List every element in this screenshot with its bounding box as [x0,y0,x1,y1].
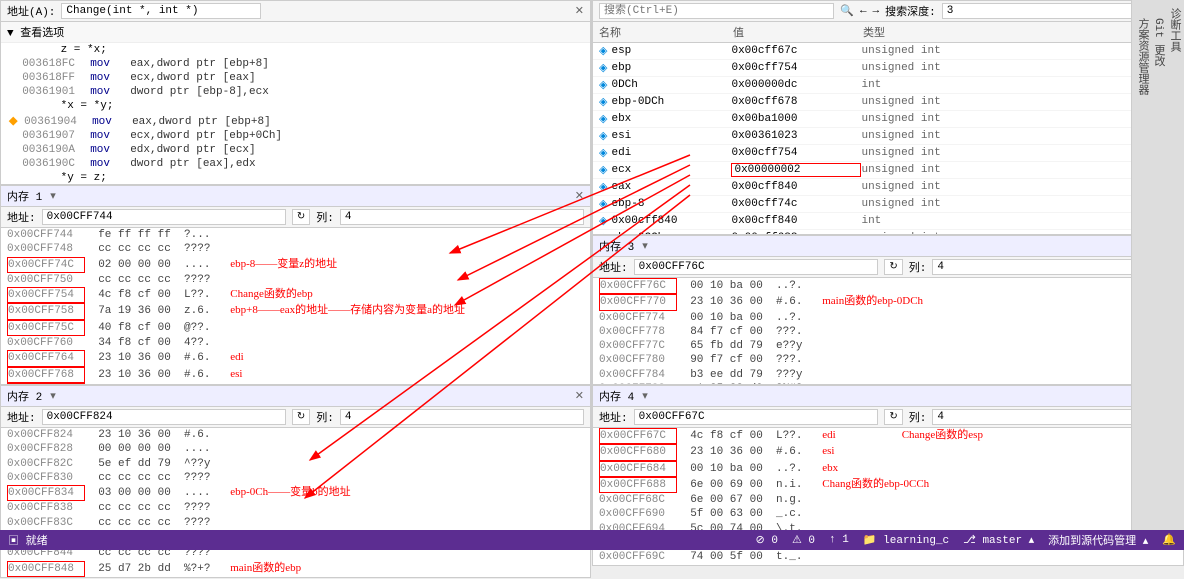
search-input[interactable] [599,3,834,19]
watch-row[interactable]: ◈ebp-0DCh0x00cff678unsigned int [593,94,1183,111]
mem-row: 0x00CFF744 fe ff ff ff ?... [1,228,590,242]
close-icon[interactable]: ✕ [575,4,584,18]
mem-row: 0x00CFF680 23 10 36 00 #.6. esi [593,444,1183,460]
mem-row: 0x00CFF824 23 10 36 00 #.6. [1,428,590,442]
mem-row: 0x00CFF778 84 f7 cf 00 ???. [593,325,1183,339]
add-source[interactable]: 添加到源代码管理 ▴ [1048,532,1148,548]
mem2-col-input[interactable] [340,409,584,425]
col-label: 列: [909,259,927,275]
mem-row: 0x00CFF68C 6e 00 67 00 n.g. [593,493,1183,507]
right-tabs[interactable]: 诊断工具 Git 更改 方案资源管理器 [1131,0,1184,530]
disasm-func-input[interactable] [61,3,261,19]
mem3-body: 0x00CFF76C 00 10 ba 00 ..?.0x00CFF770 23… [593,278,1183,384]
warn-count[interactable]: ⚠ 0 [792,533,815,547]
mem-row: 0x00CFF768 23 10 36 00 #.6. esi [1,367,590,383]
watch-row[interactable]: ◈ebp0x00cff754unsigned int [593,60,1183,77]
close-icon[interactable]: ✕ [575,389,584,403]
watch-head-type: 类型 [863,24,885,40]
mem-row: 0x00CFF748 cc cc cc cc ???? [1,242,590,256]
mem-row: 0x00CFF754 4c f8 cf 00 L??. Change函数的ebp [1,287,590,303]
refresh-icon[interactable]: ↻ [884,259,902,275]
mem-row: 0x00CFF848 25 d7 2b dd %?+? main函数的ebp [1,561,590,577]
addr-label: 地址(A): [7,3,55,19]
mem-row: 0x00CFF838 cc cc cc cc ???? [1,501,590,515]
mem-row: 0x00CFF684 00 10 ba 00 ..?. ebx [593,461,1183,477]
statusbar: ▣ 就绪 ⊘ 0 ⚠ 0 ↑ 1 📁 learning_c ⎇ master ▴… [0,530,1184,550]
watch-head-name: 名称 [599,24,733,40]
learning-label[interactable]: 📁 learning_c [863,533,949,547]
addr-label: 地址: [599,409,628,425]
ready-label: ▣ 就绪 [8,532,48,548]
addr-label: 地址: [7,409,36,425]
mem-row: 0x00CFF780 90 f7 cf 00 ???. [593,353,1183,367]
mem1-col-input[interactable] [340,209,584,225]
col-label: 列: [316,409,334,425]
mem-row: 0x00CFF770 23 10 36 00 #.6. main函数的ebp-0… [593,294,1183,310]
watch-body: ◈esp0x00cff67cunsigned int◈ebp0x00cff754… [593,43,1183,234]
mem-row: 0x00CFF750 cc cc cc cc ???? [1,273,590,287]
mem1-title: 内存 1 [7,188,42,204]
mem-row: 0x00CFF774 00 10 ba 00 ..?. [593,311,1183,325]
mem-row: 0x00CFF76C 00 10 ba 00 ..?. ebx [1,383,590,384]
mem-row: 0x00CFF67C 4c f8 cf 00 L??. edi Change函数… [593,428,1183,444]
mem-row: 0x00CFF77C 65 fb dd 79 e??y [593,339,1183,353]
view-options-label: 查看选项 [20,28,64,40]
refresh-icon[interactable]: ↻ [884,409,902,425]
mem-row: 0x00CFF688 6e 00 69 00 n.i. Chang函数的ebp-… [593,477,1183,493]
mem2-addr-input[interactable] [42,409,286,425]
chevron-down-icon[interactable]: ▼ [7,28,14,40]
right-icon[interactable]: → [873,5,880,17]
bell-icon[interactable]: 🔔 [1162,533,1176,547]
mem-row: 0x00CFF784 b3 ee dd 79 ???y [593,368,1183,382]
addr-label: 地址: [7,209,36,225]
mem-row: 0x00CFF69C 74 00 5f 00 t._. [593,550,1183,564]
watch-row[interactable]: ◈ebp-0CCh0x00cff688unsigned int [593,230,1183,234]
mem3-title: 内存 3 [599,238,634,254]
col-label: 列: [909,409,927,425]
branch-label[interactable]: ⎇ master ▴ [963,533,1034,547]
mem4-title: 内存 4 [599,388,634,404]
col-label: 列: [316,209,334,225]
disasm-body: z = *x; 003618FCmoveax,dword ptr [ebp+8]… [1,43,590,184]
addr-label: 地址: [599,259,628,275]
watch-row[interactable]: ◈eax0x00cff840unsigned int [593,179,1183,196]
mem-row: 0x00CFF690 5f 00 63 00 _.c. [593,507,1183,521]
mem-row: 0x00CFF764 23 10 36 00 #.6. edi [1,350,590,366]
mem-row: 0x00CFF82C 5e ef dd 79 ^??y [1,457,590,471]
watch-row[interactable]: ◈esp0x00cff67cunsigned int [593,43,1183,60]
refresh-icon[interactable]: ↻ [292,409,310,425]
mem3-addr-input[interactable] [634,259,879,275]
depth-label: 搜索深度: [885,3,936,19]
close-icon[interactable]: ✕ [575,189,584,203]
mem-row: 0x00CFF834 03 00 00 00 .... ebp-0Ch——变量b… [1,485,590,501]
err-count[interactable]: ⊘ 0 [756,533,778,547]
mem-row: 0x00CFF75C 40 f8 cf 00 @??. [1,320,590,336]
info-count[interactable]: ↑ 1 [829,534,849,546]
mem4-addr-input[interactable] [634,409,879,425]
left-icon[interactable]: ← [860,5,867,17]
mem2-title: 内存 2 [7,388,42,404]
mem-row: 0x00CFF828 00 00 00 00 .... [1,442,590,456]
mem-row: 0x00CFF788 c1 25 23 d9 ?%#? [593,382,1183,384]
watch-head-val: 值 [733,24,863,40]
mem-row: 0x00CFF83C cc cc cc cc ???? [1,516,590,530]
watch-row[interactable]: ◈ebx0x00ba1000unsigned int [593,111,1183,128]
mem2-body: 0x00CFF824 23 10 36 00 #.6.0x00CFF828 00… [1,428,590,577]
mem-row: 0x00CFF76C 00 10 ba 00 ..?. [593,278,1183,294]
mem-row: 0x00CFF760 34 f8 cf 00 4??. [1,336,590,350]
watch-row[interactable]: ◈0DCh0x000000dcint [593,77,1183,94]
refresh-icon[interactable]: ↻ [292,209,310,225]
watch-row[interactable]: ◈0x00cff8400x00cff840int [593,213,1183,230]
search-icon[interactable]: 🔍 [840,4,854,18]
mem-row: 0x00CFF758 7a 19 36 00 z.6. ebp+8——eax的地… [1,303,590,319]
watch-row[interactable]: ◈edi0x00cff754unsigned int [593,145,1183,162]
mem-row: 0x00CFF74C 02 00 00 00 .... ebp-8——变量z的地… [1,257,590,273]
watch-row[interactable]: ◈ebp-80x00cff74cunsigned int [593,196,1183,213]
mem1-body: 0x00CFF744 fe ff ff ff ?...0x00CFF748 cc… [1,228,590,384]
watch-row[interactable]: ◈ecx0x00000002unsigned int [593,162,1183,179]
watch-row[interactable]: ◈esi0x00361023unsigned int [593,128,1183,145]
mem1-addr-input[interactable] [42,209,286,225]
mem-row: 0x00CFF830 cc cc cc cc ???? [1,471,590,485]
